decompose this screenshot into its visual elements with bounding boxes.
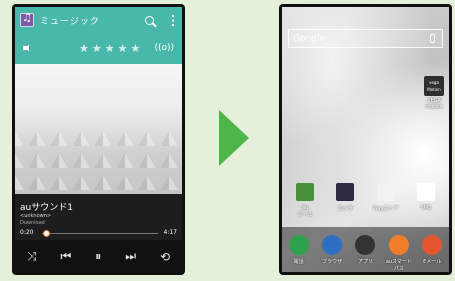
home-app-label: カメラ — [337, 206, 353, 212]
music-note-icon — [20, 11, 34, 27]
home-app-play-store[interactable]: Playストア — [370, 183, 402, 218]
song-title: auサウンド1 — [20, 203, 73, 213]
dock-label: Eメール — [423, 259, 442, 265]
dock-label: ブラウザ — [322, 259, 343, 265]
mic-icon[interactable] — [430, 34, 435, 43]
music-player-screen: ミュージック ★★★★★ ((o)) auサウンド1 <unknown> Dow… — [12, 4, 185, 275]
home-app-sms[interactable]: SMS — [410, 183, 442, 218]
volume-icon[interactable] — [23, 42, 37, 54]
dock-email[interactable]: Eメール — [417, 235, 447, 265]
dock-smartpass[interactable]: auスマートパス — [384, 235, 414, 272]
album-art — [15, 64, 182, 194]
phone-icon — [288, 235, 309, 255]
email-icon — [422, 235, 443, 255]
album-name: Download — [20, 220, 45, 226]
home-app-camera[interactable]: カメラ — [329, 183, 361, 218]
apps-icon — [355, 235, 376, 255]
vega-motion-icon: vega Motion — [424, 76, 444, 96]
sms-icon — [416, 183, 435, 201]
home-app-label: au ツール — [297, 205, 313, 218]
vega-motion-label: VEGA motion — [425, 98, 443, 110]
google-label: Google — [293, 33, 325, 44]
vega-motion-app[interactable]: vega Motion VEGA motion — [422, 76, 446, 110]
home-app-tool[interactable]: au ツール — [289, 183, 321, 218]
cast-icon[interactable]: ((o)) — [154, 43, 174, 53]
next-button[interactable]: ⏭ — [125, 249, 136, 264]
smartpass-icon — [388, 235, 409, 255]
search-icon[interactable] — [145, 15, 154, 25]
dock-browser[interactable]: ブラウザ — [317, 235, 347, 265]
overflow-menu-icon[interactable] — [172, 14, 174, 26]
camera-icon — [336, 183, 355, 201]
home-app-label: Playストア — [372, 206, 399, 212]
dock-label: アプリ — [357, 259, 373, 265]
dock-apps[interactable]: アプリ — [350, 235, 380, 265]
rating-stars[interactable]: ★★★★★ — [79, 42, 143, 55]
tool-icon — [296, 183, 315, 201]
transition-arrow — [219, 110, 249, 166]
time-current: 0:20 — [20, 229, 34, 236]
dock: 電話 ブラウザ アプリ auスマートパス Eメール — [282, 227, 449, 272]
home-app-row: au ツール カメラ Playストア SMS — [285, 183, 446, 218]
browser-icon — [322, 235, 343, 255]
dock-label: auスマートパス — [385, 259, 412, 272]
progress-thumb[interactable] — [42, 230, 50, 237]
repeat-button[interactable]: ⟲ — [160, 250, 170, 264]
playback-controls: ⤨ ⏮ ⏸ ⏭ ⟲ — [15, 240, 182, 273]
home-screen: Google vega Motion VEGA motion au ツール カメラ… — [279, 4, 452, 275]
progress-bar[interactable] — [42, 230, 158, 237]
dock-phone[interactable]: 電話 — [284, 235, 314, 265]
shuffle-button[interactable]: ⤨ — [27, 249, 37, 264]
time-total: 4:17 — [163, 229, 177, 236]
app-title: ミュージック — [40, 16, 100, 27]
play-store-icon — [376, 183, 395, 201]
dock-label: 電話 — [293, 259, 304, 265]
previous-button[interactable]: ⏮ — [61, 249, 72, 264]
artist-name: <unknown> — [20, 213, 52, 219]
pause-button[interactable]: ⏸ — [95, 249, 101, 264]
music-header: ミュージック ★★★★★ ((o)) — [15, 7, 182, 64]
home-app-label: SMS — [420, 205, 432, 211]
google-search-bar[interactable]: Google — [288, 29, 443, 48]
track-info: auサウンド1 <unknown> Download 0:20 4:17 — [15, 194, 182, 240]
